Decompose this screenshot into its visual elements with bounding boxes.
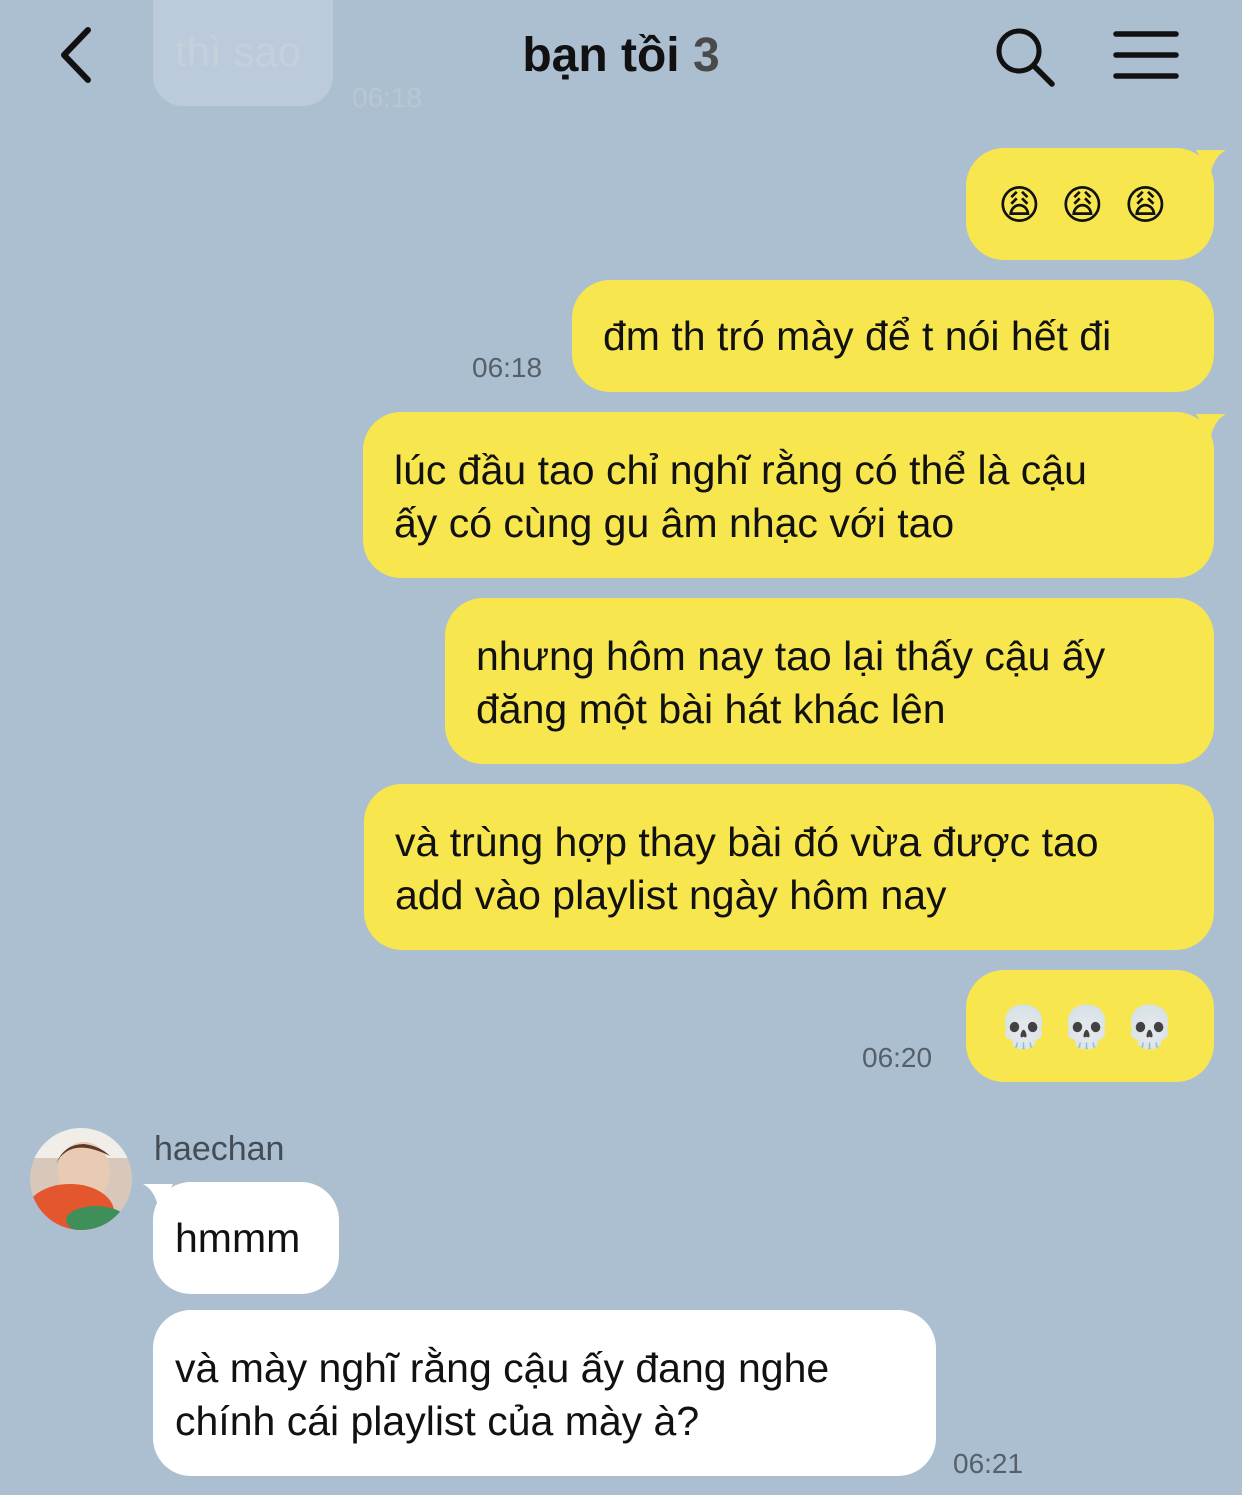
search-button[interactable] [992, 24, 1058, 90]
message-text-line: và mày nghĩ rằng cậu ấy đang nghe [175, 1345, 830, 1391]
weary-face-emoji: 😩 [1061, 182, 1104, 229]
skull-emoji: 💀 [1124, 1004, 1176, 1051]
message-bubble-emoji[interactable]: 💀 💀 💀 [966, 970, 1214, 1082]
skull-emoji: 💀 [1061, 1004, 1113, 1051]
message-time: 06:20 [862, 1042, 933, 1073]
message-bubble[interactable]: hmmm [153, 1182, 339, 1294]
bubble-tail [1196, 414, 1226, 440]
chat-header: bạn tồi 3 [0, 0, 1242, 112]
message-bubble[interactable]: và trùng hợp thay bài đó vừa được tao ad… [364, 784, 1214, 950]
sender-name: haechan [154, 1130, 285, 1168]
bubble-tail [1196, 150, 1226, 176]
avatar-image [30, 1128, 132, 1230]
bubble-tail [143, 1184, 173, 1210]
member-count: 3 [692, 29, 720, 82]
search-icon [996, 28, 1055, 87]
weary-face-emoji: 😩 [1124, 182, 1167, 229]
weary-face-emoji: 😩 [998, 182, 1041, 229]
avatar[interactable] [30, 1128, 132, 1230]
message-text-line: nhưng hôm nay tao lại thấy cậu ấy [476, 633, 1106, 679]
message-text-line: ấy có cùng gu âm nhạc với tao [394, 500, 955, 546]
message-text: đm th tró mày để t nói hết đi [603, 313, 1112, 359]
hamburger-menu-icon [1113, 31, 1179, 79]
message-text-line: chính cái playlist của mày à? [175, 1398, 700, 1444]
message-time: 06:18 [472, 352, 543, 383]
chat-name: bạn tồi [522, 29, 680, 82]
message-text-line: và trùng hợp thay bài đó vừa được tao [395, 819, 1099, 865]
message-bubble[interactable]: và mày nghĩ rằng cậu ấy đang nghe chính … [153, 1310, 936, 1476]
message-bubble[interactable]: lúc đầu tao chỉ nghĩ rằng có thể là cậu … [363, 412, 1214, 578]
message-time: 06:21 [953, 1448, 1024, 1479]
message-text: hmmm [175, 1215, 301, 1261]
skull-emoji: 💀 [998, 1004, 1050, 1051]
message-text-line: đăng một bài hát khác lên [476, 686, 946, 732]
menu-button[interactable] [1110, 26, 1182, 86]
message-bubble[interactable]: nhưng hôm nay tao lại thấy cậu ấy đăng m… [445, 598, 1214, 764]
message-text-line: add vào playlist ngày hôm nay [395, 872, 947, 918]
message-text-line: lúc đầu tao chỉ nghĩ rằng có thể là cậu [394, 447, 1087, 493]
message-bubble[interactable]: đm th tró mày để t nói hết đi [572, 280, 1214, 392]
message-bubble-emoji[interactable]: 😩 😩 😩 [966, 148, 1214, 260]
